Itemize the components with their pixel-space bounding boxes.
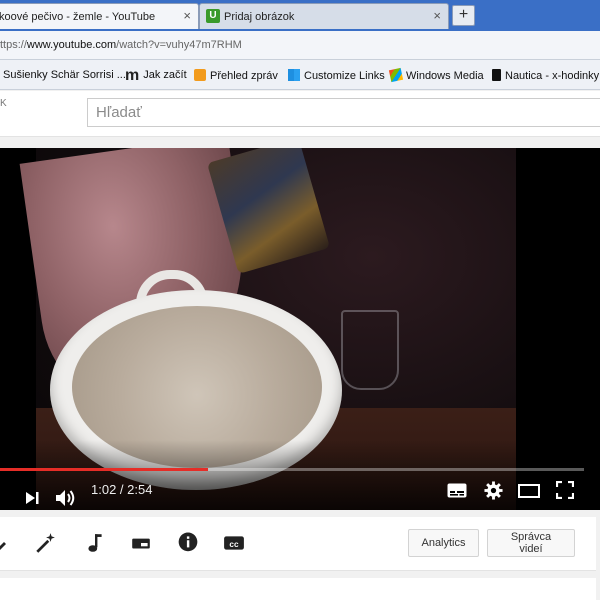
url-text[interactable]: ttps://www.youtube.com/watch?v=vuhy47m7R… (0, 39, 242, 51)
time-display: 1:02 / 2:54 (91, 482, 152, 497)
time-separator: / (116, 482, 128, 497)
bookmark-item[interactable]: Přehled zpráv (194, 69, 278, 82)
below-video-area: __ ___ _ _ ___ __ ___ ___ __ (0, 578, 596, 600)
new-tab-button[interactable]: + (452, 5, 475, 26)
cc-icon[interactable]: cc (223, 532, 245, 554)
volume-icon[interactable] (55, 489, 77, 507)
bookmarks-bar: Sušienky Schär Sorrisi ... m Jak začít Př… (0, 60, 600, 90)
url-host: www.youtube.com (26, 39, 117, 51)
tab-title: koové pečivo - žemle - YouTube (0, 11, 156, 23)
annotation-icon[interactable] (130, 532, 152, 554)
close-icon[interactable]: × (183, 8, 191, 23)
upload-favicon-icon: U (206, 9, 220, 23)
windows-icon (288, 69, 300, 81)
bookmark-label: Přehled zpráv (210, 70, 278, 82)
url-path: /watch?v=vuhy47m7RHM (116, 39, 242, 51)
bookmark-item[interactable]: Sušienky Schär Sorrisi ... (3, 69, 126, 81)
current-time: 1:02 (91, 482, 117, 497)
youtube-header: K (0, 91, 600, 137)
rss-icon (194, 69, 206, 81)
cc-label: cc (229, 540, 239, 549)
controls-gradient (0, 440, 600, 510)
duration: 2:54 (127, 482, 153, 497)
bookmark-label: Customize Links (304, 70, 385, 82)
subtitles-icon[interactable] (447, 483, 467, 498)
tab-title: Pridaj obrázok (224, 11, 295, 23)
m-logo-icon: m (125, 67, 140, 84)
glass (341, 310, 399, 390)
bookmark-item[interactable]: Nautica - x-hodinky (492, 69, 599, 82)
video-toolbar: cc Analytics Správca videí (0, 517, 596, 571)
magic-wand-icon[interactable] (34, 532, 56, 554)
truncated-title-text: __ ___ _ _ ___ __ ___ ___ __ (0, 592, 174, 600)
search-input[interactable] (87, 98, 600, 127)
bookmark-item[interactable]: Customize Links (288, 69, 385, 82)
fullscreen-icon[interactable] (556, 481, 574, 499)
theater-mode-icon[interactable] (518, 484, 540, 498)
analytics-button[interactable]: Analytics (408, 529, 479, 557)
bookmark-item[interactable]: Windows Media (388, 67, 484, 83)
next-icon[interactable] (24, 491, 40, 505)
bookmark-item[interactable]: m Jak začít (125, 67, 187, 84)
url-prefix: ttps:// (0, 39, 27, 51)
windows-flag-icon (388, 67, 404, 83)
progress-bar[interactable] (0, 468, 584, 471)
tab-pridaj-obrazok[interactable]: U Pridaj obrázok × (199, 3, 449, 29)
address-bar[interactable]: ttps://www.youtube.com/watch?v=vuhy47m7R… (0, 31, 600, 60)
music-note-icon[interactable] (84, 532, 106, 554)
pencil-icon[interactable] (0, 532, 16, 554)
header-fragment: K (0, 98, 7, 109)
settings-gear-icon[interactable] (484, 481, 503, 500)
progress-played (0, 468, 208, 471)
bookmark-label: Nautica - x-hodinky (505, 70, 600, 82)
video-manager-button[interactable]: Správca videí (487, 529, 575, 557)
tab-youtube[interactable]: koové pečivo - žemle - YouTube × (0, 3, 199, 29)
n-logo-icon (492, 69, 501, 81)
video-player[interactable]: 1:02 / 2:54 (0, 148, 600, 510)
info-icon[interactable] (177, 532, 199, 554)
bookmark-label: Jak začít (143, 69, 187, 81)
close-icon[interactable]: × (433, 8, 441, 23)
bookmark-label: Sušienky Schär Sorrisi ... (3, 69, 126, 81)
tab-strip: koové pečivo - žemle - YouTube × U Prida… (0, 0, 600, 31)
bookmark-label: Windows Media (406, 70, 484, 82)
